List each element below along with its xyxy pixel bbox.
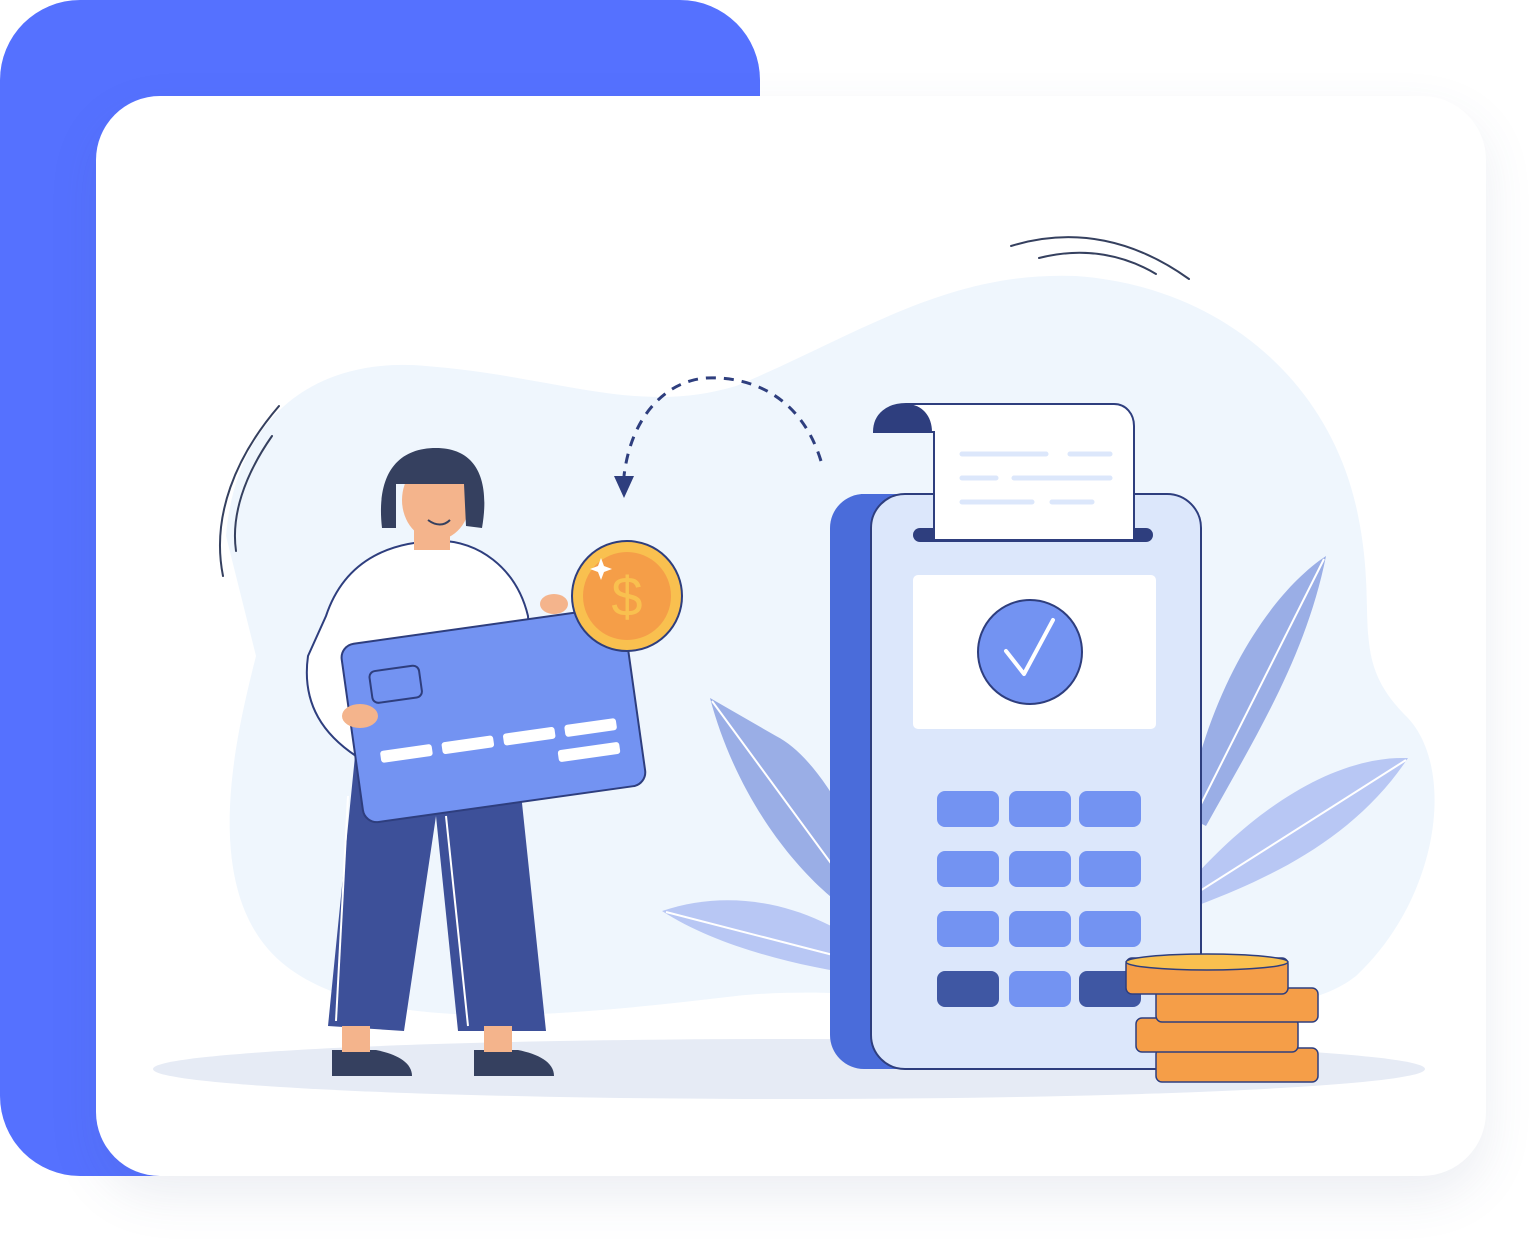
dollar-coin-icon: $ bbox=[571, 540, 683, 652]
illustration-card: $ bbox=[96, 96, 1486, 1176]
currency-symbol: $ bbox=[611, 565, 642, 628]
motion-lines-top bbox=[1010, 236, 1190, 280]
check-circle bbox=[977, 599, 1083, 705]
payment-illustration: $ bbox=[153, 236, 1435, 1099]
